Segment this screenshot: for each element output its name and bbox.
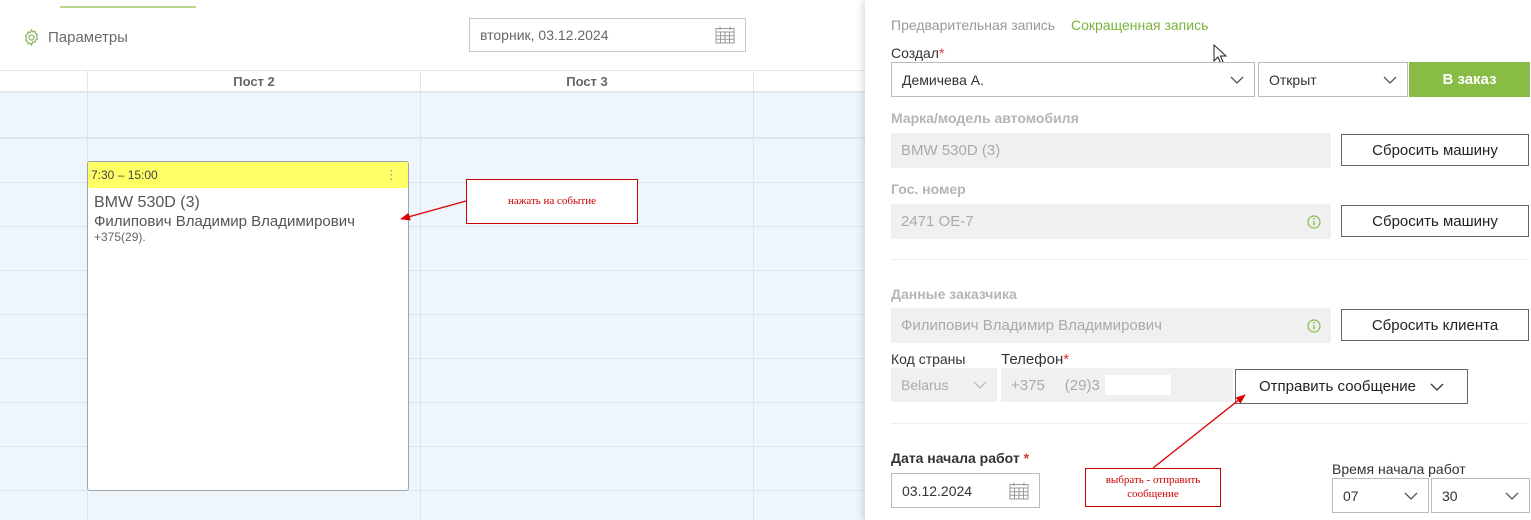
created-by-value: Демичева А.: [902, 71, 984, 88]
section-divider: [891, 423, 1529, 424]
all-day-row: [0, 93, 865, 139]
country-code-value: Belarus: [901, 377, 949, 393]
chevron-down-icon: [1383, 76, 1397, 84]
annotation-text: сообщение: [1127, 487, 1179, 500]
start-date-label: Дата начала работ *: [891, 450, 1029, 466]
event-car: BMW 530D (3): [94, 194, 200, 211]
customer-field: Филипович Владимир Владимирович: [891, 308, 1331, 343]
calendar-date-value: вторник, 03.12.2024: [480, 27, 609, 43]
start-hour-select[interactable]: 07: [1332, 478, 1429, 513]
more-vertical-icon[interactable]: ⋮: [385, 167, 398, 183]
status-select[interactable]: Открыт: [1258, 62, 1408, 97]
plate-label: Гос. номер: [891, 181, 966, 197]
gear-icon: [24, 28, 39, 46]
start-minute-select[interactable]: 30: [1431, 478, 1530, 513]
event-client: Филипович Владимир Владимирович: [94, 213, 355, 230]
required-mark: *: [938, 45, 945, 61]
plate-value: 2471 ОЕ-7: [901, 213, 974, 230]
event-time-bar: 7:30 – 15:00 ⋮: [88, 162, 408, 188]
country-code-select: Belarus: [891, 368, 997, 402]
column-title: Пост 2: [233, 74, 275, 89]
event-phone: +375(29).: [94, 230, 146, 244]
chevron-down-icon: [1404, 492, 1418, 500]
car-model-label: Марка/модель автомобиля: [891, 110, 1079, 126]
info-icon: [1307, 318, 1321, 333]
annotation-send-message: выбрать - отправить сообщение: [1085, 468, 1221, 507]
column-title: Пост 3: [566, 74, 608, 89]
reset-car-button-2[interactable]: Сбросить машину: [1341, 205, 1529, 237]
calendar-event[interactable]: 7:30 – 15:00 ⋮ BMW 530D (3) Филипович Вл…: [87, 161, 409, 491]
column-post-3: Пост 3: [420, 71, 753, 92]
phone-label: Телефон*: [1001, 351, 1069, 368]
customer-label: Данные заказчика: [891, 286, 1017, 302]
created-by-select[interactable]: Демичева А.: [891, 62, 1255, 97]
appointment-panel: Предварительная запись Сокращенная запис…: [865, 0, 1531, 520]
phone-value: (29)3: [1064, 376, 1100, 394]
plate-field: 2471 ОЕ-7: [891, 204, 1331, 239]
status-value: Открыт: [1269, 71, 1317, 88]
phone-prefix: +375: [1011, 376, 1045, 394]
start-minute-value: 30: [1442, 487, 1458, 504]
active-tab-underline: [60, 0, 196, 8]
annotation-click-event: нажать на событие: [466, 179, 638, 224]
created-by-label: Создал*: [891, 45, 944, 61]
event-time: 7:30 – 15:00: [91, 168, 158, 182]
chevron-down-icon: [1505, 492, 1519, 500]
tab-short-booking[interactable]: Сокращенная запись: [1071, 17, 1208, 33]
required-mark: *: [1063, 351, 1070, 368]
start-date-input[interactable]: 03.12.2024: [891, 473, 1040, 508]
start-date-label-text: Дата начала работ: [891, 450, 1020, 466]
reset-car-button[interactable]: Сбросить машину: [1341, 134, 1529, 166]
send-message-label: Отправить сообщение: [1258, 378, 1416, 395]
created-by-label-text: Создал: [891, 45, 939, 61]
grid-column-line: [420, 70, 421, 520]
reset-customer-button[interactable]: Сбросить клиента: [1341, 309, 1529, 341]
country-code-label: Код страны: [891, 351, 966, 367]
section-divider: [891, 259, 1529, 260]
to-order-button[interactable]: В заказ: [1409, 62, 1530, 97]
customer-value: Филипович Владимир Владимирович: [901, 317, 1162, 334]
required-mark: *: [1023, 450, 1030, 466]
chevron-down-icon: [1230, 76, 1244, 84]
annotation-text: нажать на событие: [507, 194, 596, 207]
event-body: BMW 530D (3) Филипович Владимир Владимир…: [88, 188, 408, 250]
calendar-icon[interactable]: [715, 26, 735, 44]
start-time-label: Время начала работ: [1332, 461, 1466, 477]
phone-label-text: Телефон: [1001, 351, 1064, 368]
tab-preliminary-booking[interactable]: Предварительная запись: [891, 17, 1055, 33]
chevron-down-icon: [1430, 383, 1444, 391]
car-model-value: BMW 530D (3): [901, 142, 1001, 159]
calendar-column-header: Пост 2 Пост 3: [0, 70, 865, 93]
calendar-date-picker[interactable]: вторник, 03.12.2024: [469, 18, 746, 52]
car-model-field: BMW 530D (3): [891, 133, 1331, 168]
annotation-text: выбрать - отправить: [1105, 474, 1201, 487]
calendar-icon[interactable]: [1009, 482, 1029, 500]
start-date-value: 03.12.2024: [902, 482, 973, 499]
send-message-button[interactable]: Отправить сообщение: [1235, 369, 1468, 404]
calendar-view: Параметры вторник, 03.12.2024 Пост 2 Пос…: [0, 0, 865, 520]
parameters-label: Параметры: [48, 28, 128, 46]
column-post-2: Пост 2: [87, 71, 420, 92]
parameters-button[interactable]: Параметры: [22, 27, 128, 47]
start-hour-value: 07: [1343, 487, 1359, 504]
chevron-down-icon: [973, 381, 987, 389]
info-icon: [1307, 214, 1321, 229]
phone-redaction: [1105, 375, 1171, 395]
grid-column-line: [753, 70, 754, 520]
